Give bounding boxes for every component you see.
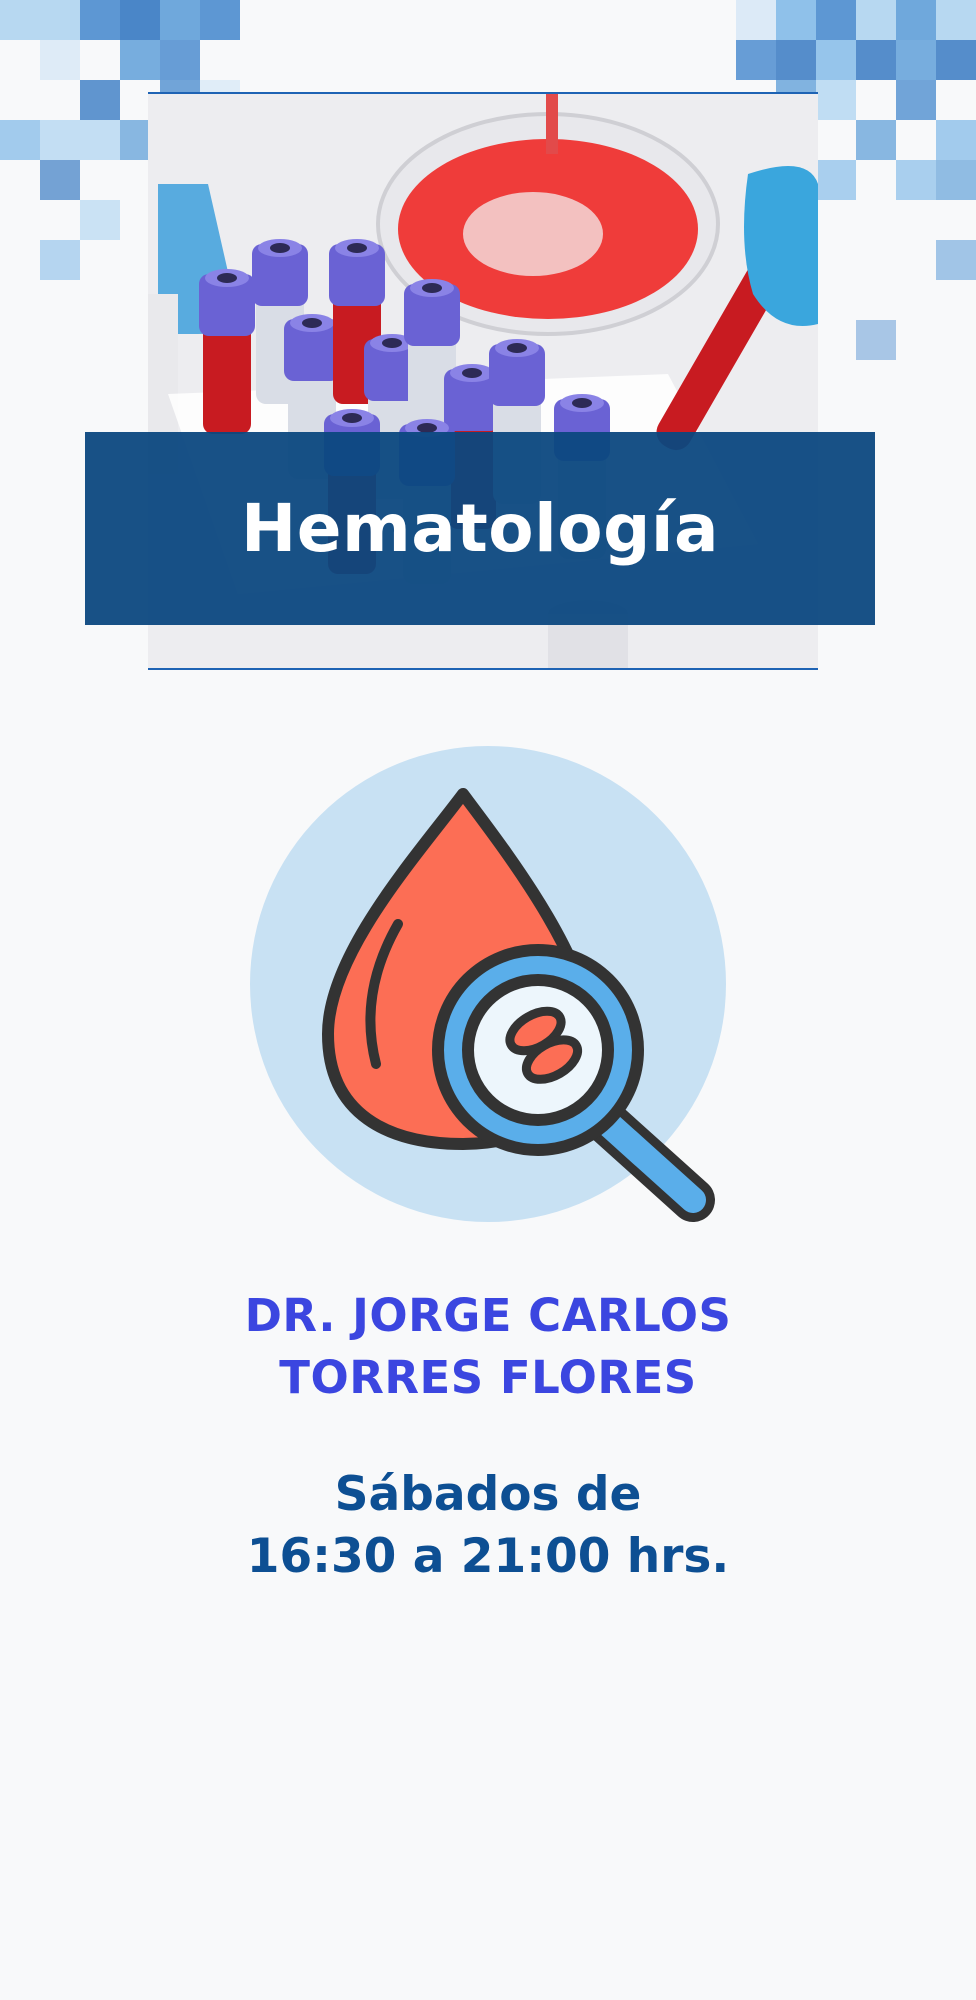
doctor-name-line2: TORRES FLORES [279,1351,697,1404]
doctor-name: DR. JORGE CARLOS TORRES FLORES [0,1285,976,1409]
page-title: Hematología [240,490,720,567]
schedule-line2: 16:30 a 21:00 hrs. [246,1529,730,1584]
schedule-line1: Sábados de [334,1467,642,1522]
blood-test-illustration [248,744,728,1224]
doctor-name-line1: DR. JORGE CARLOS [244,1289,732,1342]
title-banner: Hematología [85,432,875,625]
schedule-info: Sábados de 16:30 a 21:00 hrs. [0,1464,976,1588]
